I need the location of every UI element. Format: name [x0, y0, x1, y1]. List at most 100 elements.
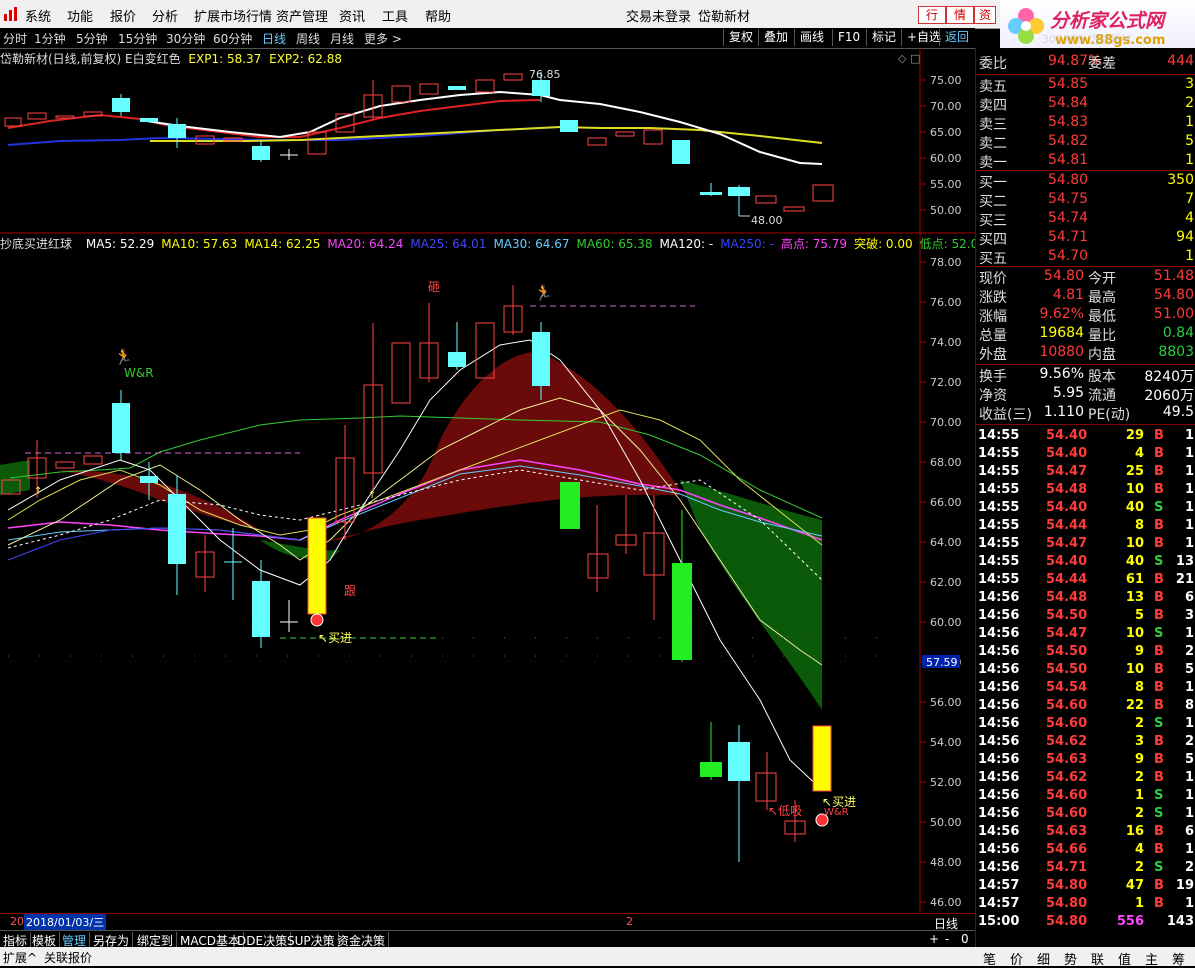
panel-controls-icon[interactable]: ◇ □ — [898, 52, 920, 65]
tick-volume: 8 — [1134, 518, 1144, 533]
tick-time: 14:56 — [978, 698, 1020, 713]
period-5min[interactable]: 5分钟 — [76, 30, 108, 47]
ask-label: 卖三 — [979, 117, 1007, 133]
up-arrow-icon-2: ↑ — [368, 490, 376, 501]
period-30min[interactable]: 30分钟 — [166, 30, 205, 47]
quote-tab[interactable]: 细 — [1037, 949, 1050, 968]
quote-tab[interactable]: 笔 — [983, 949, 996, 968]
period-fenshi[interactable]: 分时 — [3, 30, 27, 47]
buy-signal-ball — [310, 613, 324, 627]
menu-news[interactable]: 资讯 — [339, 6, 365, 25]
stat-value: 49.5 — [1162, 404, 1194, 420]
menu-assets[interactable]: 资产管理 — [276, 6, 328, 25]
tick-price: 54.62 — [1046, 770, 1088, 785]
quote-tab[interactable]: 联 — [1091, 949, 1104, 968]
indicator-value: 突破: 0.00 — [854, 237, 913, 251]
scale-tick-label: 54.00 — [930, 736, 962, 749]
quote-tab[interactable]: 筹 — [1172, 949, 1185, 968]
tick-count: 1 — [1184, 482, 1194, 497]
menu-tools[interactable]: 工具 — [382, 6, 408, 25]
period-monthly[interactable]: 月线 — [330, 30, 354, 47]
tick-direction: B — [1154, 572, 1164, 587]
bid-volume: 4 — [1185, 210, 1194, 226]
period-1min[interactable]: 1分钟 — [34, 30, 66, 47]
scale-tick-label: 66.00 — [930, 496, 962, 509]
stat2-row: 收益(三) 1.110 PE(动) 49.5 — [976, 404, 1195, 423]
ask-price: 54.82 — [1048, 133, 1089, 149]
info-button[interactable]: 资 — [974, 6, 996, 24]
quote-tab[interactable]: 值 — [1118, 949, 1131, 968]
quote-tab[interactable]: 价 — [1010, 949, 1023, 968]
tick-volume: 22 — [1125, 698, 1144, 713]
login-status[interactable]: 交易未登录 — [626, 6, 691, 25]
ask-volume: 3 — [1185, 76, 1194, 92]
period-daily[interactable]: 日线 — [262, 30, 286, 47]
quote-button[interactable]: 行 — [918, 6, 946, 24]
tick-price: 54.47 — [1046, 626, 1088, 641]
tick-price: 54.47 — [1046, 464, 1088, 479]
tick-volume: 61 — [1125, 572, 1144, 587]
brand-faded-text: 300700 岱勒新材 — [1042, 33, 1132, 46]
bid-volume: 1 — [1185, 248, 1194, 264]
scale-tick-label: 75.00 — [930, 74, 962, 87]
menu-system[interactable]: 系统 — [25, 6, 51, 25]
market-button[interactable]: 情 — [946, 6, 974, 24]
tick-count: 1 — [1184, 626, 1194, 641]
stat-value: 9.56% — [1039, 366, 1084, 382]
period-bar: 分时 1分钟 5分钟 15分钟 30分钟 60分钟 日线 周线 月线 更多 > … — [0, 28, 975, 49]
period-more[interactable]: 更多 > — [364, 30, 402, 47]
toolbar-overlay[interactable]: 叠加 — [758, 29, 793, 46]
period-60min[interactable]: 60分钟 — [213, 30, 252, 47]
zoom-reset-button[interactable]: 0 — [958, 932, 972, 946]
tick-direction: B — [1154, 518, 1164, 533]
stat-label: PE(动) — [1088, 407, 1131, 423]
menu-function[interactable]: 功能 — [67, 6, 93, 25]
tick-volume: 9 — [1134, 752, 1144, 767]
tick-volume: 556 — [1116, 914, 1144, 929]
stat-label: 净资 — [979, 388, 1007, 404]
tick-row: 14:56 54.47 10 S 1 — [976, 626, 1195, 644]
tick-price: 54.80 — [1046, 878, 1088, 893]
zoom-out-button[interactable]: - — [942, 932, 952, 946]
tick-count: 1 — [1184, 788, 1194, 803]
indicator-value: MA25: 64.01 — [410, 237, 487, 251]
menu-quote[interactable]: 报价 — [110, 6, 136, 25]
menu-analysis[interactable]: 分析 — [152, 6, 178, 25]
tick-direction: B — [1154, 428, 1164, 443]
period-15min[interactable]: 15分钟 — [118, 30, 157, 47]
indicator-value: MA5: 52.29 — [85, 237, 155, 251]
related-quote-button[interactable]: 关联报价 — [44, 949, 92, 966]
bid-label: 买三 — [979, 213, 1007, 229]
zoom-in-button[interactable]: + — [926, 932, 942, 946]
tick-time: 14:55 — [978, 500, 1020, 515]
kline-chart[interactable]: 75.00 70.00 65.00 60.00 55.00 50.00 78.00 76.0… — [0, 48, 975, 913]
toolbar-fuquan[interactable]: 复权 — [723, 29, 758, 46]
ask-volume: 1 — [1185, 114, 1194, 130]
bid-label: 买一 — [979, 175, 1007, 191]
scale-tick-label: 68.00 — [930, 456, 962, 469]
toolbar-f10[interactable]: F10 — [832, 29, 865, 46]
period-weekly[interactable]: 周线 — [296, 30, 320, 47]
tick-count: 6 — [1184, 590, 1194, 605]
tick-row: 14:55 54.47 10 B 1 — [976, 536, 1195, 554]
tick-time: 14:56 — [978, 644, 1020, 659]
quote-tab[interactable]: 主 — [1145, 949, 1158, 968]
toolbar-draw[interactable]: 画线 — [794, 29, 829, 46]
tick-count: 1 — [1184, 536, 1194, 551]
bid-label: 买五 — [979, 251, 1007, 267]
lower-title: 抄底买进红球 — [0, 237, 73, 251]
tick-price: 54.50 — [1046, 608, 1088, 623]
menu-extended-market[interactable]: 扩展市场行情 — [194, 6, 272, 25]
expand-button[interactable]: 扩展^ — [3, 949, 37, 966]
tick-count: 1 — [1184, 842, 1194, 857]
runner-icon: 🏃 — [114, 348, 133, 366]
quote-tab[interactable]: 势 — [1064, 949, 1077, 968]
ask-volume: 2 — [1185, 95, 1194, 111]
ask-label: 卖五 — [979, 79, 1007, 95]
tick-row: 14:55 54.44 8 B 1 — [976, 518, 1195, 536]
toolbar-mark[interactable]: 标记 — [866, 29, 901, 46]
toolbar-back[interactable]: 返回 — [939, 29, 974, 46]
menu-help[interactable]: 帮助 — [425, 6, 451, 25]
tick-price: 54.71 — [1046, 860, 1088, 875]
ask-price: 54.83 — [1048, 114, 1089, 130]
